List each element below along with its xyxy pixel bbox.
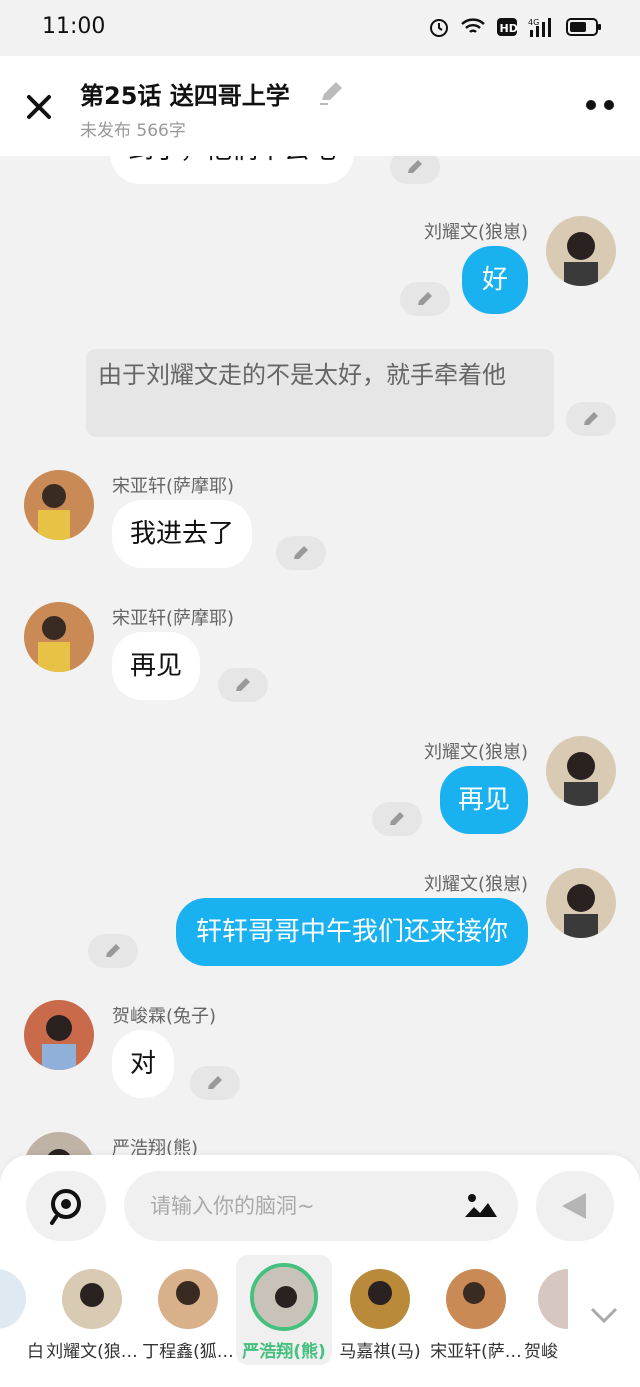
avatar[interactable] bbox=[24, 1132, 94, 1156]
chevron-down-icon[interactable] bbox=[588, 1305, 620, 1325]
pen-icon bbox=[418, 292, 432, 305]
sender-name: 贺峻霖(兔子) bbox=[112, 1006, 217, 1027]
edit-message-button[interactable] bbox=[276, 536, 326, 570]
chat-area[interactable]: 到了，他们下去吧 刘耀文(狼崽) 好 由于刘耀文走的不是太好，就手牵着他 宋亚轩… bbox=[0, 156, 640, 1156]
pen-icon bbox=[408, 160, 422, 173]
page-subtitle: 未发布 566字 bbox=[80, 121, 186, 141]
character-avatar bbox=[62, 1269, 122, 1329]
message-input-container[interactable] bbox=[124, 1171, 518, 1241]
avatar[interactable] bbox=[546, 736, 616, 806]
pen-icon bbox=[294, 546, 308, 559]
message-bubble[interactable]: 到了，他们下去吧 bbox=[110, 156, 355, 184]
message-bubble[interactable]: 好 bbox=[461, 246, 528, 314]
message-bubble[interactable]: 再见 bbox=[112, 632, 201, 700]
hd-icon: HD bbox=[497, 18, 518, 36]
edit-message-button[interactable] bbox=[218, 668, 268, 702]
status-icons: HD 4G bbox=[428, 16, 602, 38]
character-avatar bbox=[0, 1269, 26, 1329]
avatar[interactable] bbox=[546, 216, 616, 286]
edit-title-icon[interactable] bbox=[318, 80, 344, 106]
avatar[interactable] bbox=[546, 868, 616, 938]
pen-icon bbox=[236, 678, 250, 691]
edit-message-button[interactable] bbox=[400, 282, 450, 316]
sender-name: 刘耀文(狼崽) bbox=[423, 742, 528, 763]
send-button[interactable] bbox=[536, 1171, 614, 1241]
pen-icon bbox=[106, 944, 120, 957]
avatar-image bbox=[546, 736, 616, 806]
page-title: 第25话 送四哥上学 bbox=[80, 82, 290, 110]
edit-message-button[interactable] bbox=[390, 156, 440, 184]
character-avatar bbox=[250, 1263, 318, 1331]
message-bubble[interactable]: 对 bbox=[112, 1030, 175, 1098]
character-avatar bbox=[158, 1269, 218, 1329]
character-label: 白 bbox=[27, 1342, 44, 1362]
edit-message-button[interactable] bbox=[88, 934, 138, 968]
status-bar: 11:00 HD 4G bbox=[0, 0, 640, 56]
character-label: 丁程鑫(狐… bbox=[142, 1342, 234, 1362]
edit-message-button[interactable] bbox=[566, 402, 616, 436]
voice-button[interactable] bbox=[26, 1171, 106, 1241]
sender-name: 宋亚轩(萨摩耶) bbox=[112, 476, 235, 497]
message-bubble[interactable]: 我进去了 bbox=[112, 500, 253, 568]
character-avatar bbox=[446, 1269, 506, 1329]
close-icon[interactable] bbox=[22, 90, 56, 124]
signal-icon: 4G bbox=[528, 18, 551, 37]
pen-icon bbox=[584, 412, 598, 425]
message-bubble[interactable]: 再见 bbox=[439, 766, 528, 834]
avatar[interactable] bbox=[24, 602, 94, 672]
character-selector[interactable]: 白 刘耀文(狼… 丁程鑫(狐… 严浩翔(熊) 马嘉祺(马) 宋亚轩(萨… 贺峻 bbox=[0, 1255, 640, 1365]
sender-name: 严浩翔(熊) bbox=[112, 1138, 199, 1156]
battery-icon bbox=[566, 18, 601, 36]
alarm-icon bbox=[430, 19, 448, 37]
mic-bubble-icon bbox=[50, 1189, 81, 1225]
svg-text:HD: HD bbox=[500, 22, 518, 35]
send-icon bbox=[562, 1193, 586, 1219]
pen-icon bbox=[390, 812, 404, 825]
narration-text[interactable]: 由于刘耀文走的不是太好，就手牵着他 bbox=[86, 349, 554, 437]
avatar-image bbox=[546, 868, 616, 938]
character-label: 贺峻 bbox=[524, 1342, 558, 1362]
character-item[interactable]: 刘耀文(狼… bbox=[44, 1255, 140, 1362]
character-label: 刘耀文(狼… bbox=[46, 1342, 138, 1362]
wifi-icon bbox=[461, 18, 485, 33]
character-item[interactable]: 丁程鑫(狐… bbox=[140, 1255, 236, 1362]
character-label: 马嘉祺(马) bbox=[339, 1342, 421, 1362]
sender-name: 宋亚轩(萨摩耶) bbox=[112, 608, 235, 629]
character-item[interactable]: 宋亚轩(萨… bbox=[428, 1255, 524, 1362]
pen-icon bbox=[208, 1076, 222, 1089]
sender-name: 刘耀文(狼崽) bbox=[423, 874, 528, 895]
avatar-image bbox=[24, 1000, 94, 1070]
more-icon[interactable] bbox=[586, 100, 614, 110]
composer-panel: 白 刘耀文(狼… 丁程鑫(狐… 严浩翔(熊) 马嘉祺(马) 宋亚轩(萨… 贺峻 bbox=[0, 1155, 640, 1387]
svg-text:4G: 4G bbox=[528, 18, 539, 27]
avatar[interactable] bbox=[24, 1000, 94, 1070]
avatar-image bbox=[24, 470, 94, 540]
character-item[interactable]: 马嘉祺(马) bbox=[332, 1255, 428, 1362]
character-avatar bbox=[350, 1269, 410, 1329]
message-input[interactable] bbox=[148, 1185, 452, 1227]
avatar-image bbox=[24, 1132, 94, 1156]
avatar-image bbox=[546, 216, 616, 286]
avatar[interactable] bbox=[24, 470, 94, 540]
character-avatar bbox=[538, 1269, 568, 1329]
character-item[interactable]: 贺峻 bbox=[524, 1255, 568, 1362]
character-label: 严浩翔(熊) bbox=[242, 1342, 326, 1362]
message-bubble[interactable]: 轩轩哥哥中午我们还来接你 bbox=[175, 898, 528, 966]
image-icon[interactable] bbox=[464, 1191, 498, 1221]
edit-message-button[interactable] bbox=[190, 1066, 240, 1100]
avatar-image bbox=[24, 602, 94, 672]
character-item-selected[interactable]: 严浩翔(熊) bbox=[236, 1255, 332, 1365]
edit-message-button[interactable] bbox=[372, 802, 422, 836]
sender-name: 刘耀文(狼崽) bbox=[423, 222, 528, 243]
top-bar: 第25话 送四哥上学 未发布 566字 bbox=[0, 56, 640, 156]
character-label: 宋亚轩(萨… bbox=[430, 1342, 522, 1362]
status-time: 11:00 bbox=[42, 14, 106, 39]
character-item[interactable]: 白 bbox=[0, 1255, 44, 1362]
